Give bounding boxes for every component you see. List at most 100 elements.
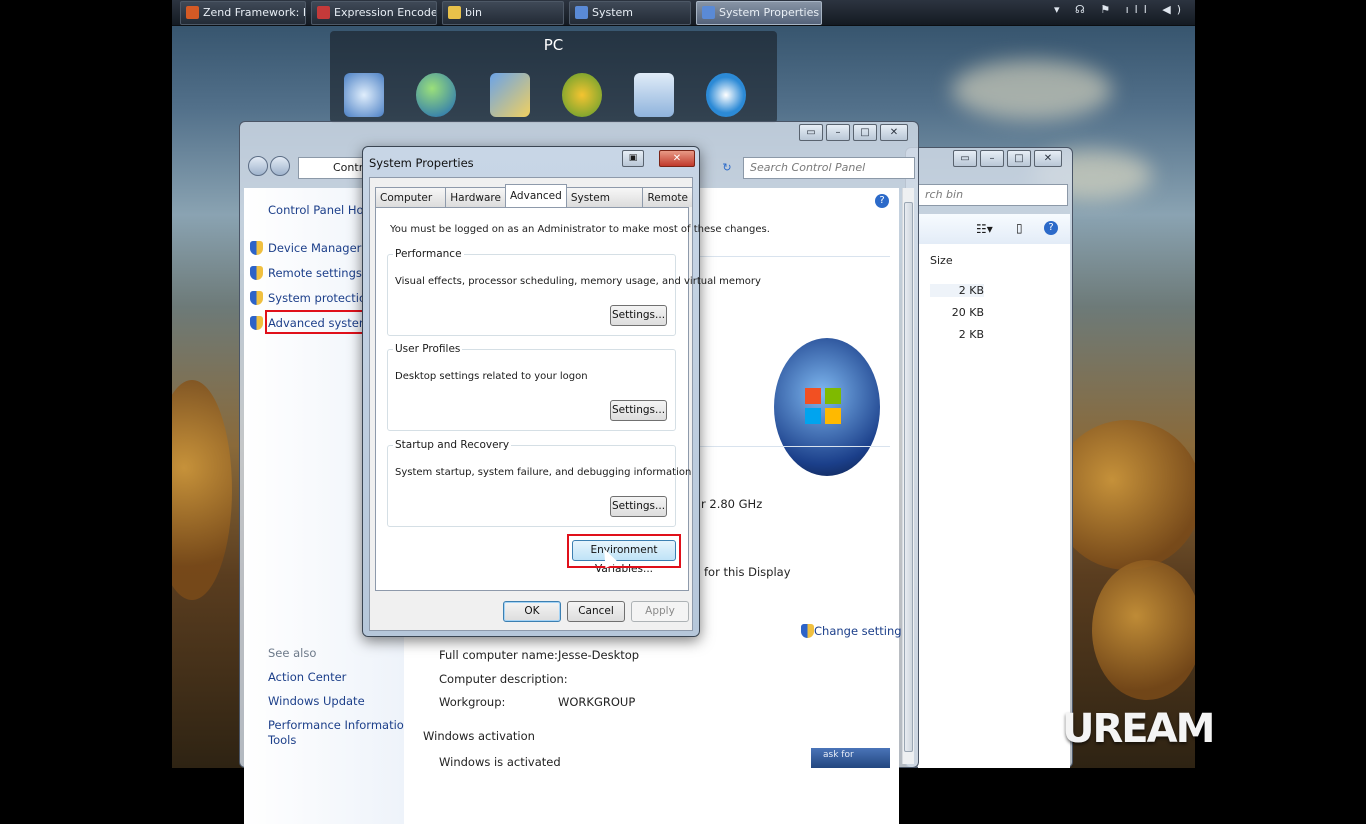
action-center-link[interactable]: Action Center [268,670,346,684]
back-button[interactable] [248,156,268,176]
user-profiles-title: User Profiles [393,343,463,355]
full-computer-name-label: Full computer name: [439,648,558,662]
file-size: 2 KB [958,328,984,341]
view-icon[interactable]: ☷▾ [976,222,993,236]
tab-remote[interactable]: Remote [642,187,693,207]
system-icon [575,6,588,19]
cp-scrollbar[interactable] [902,188,914,764]
wallpaper-tree [1052,420,1195,570]
performance-info-link-cont[interactable]: Tools [268,733,296,747]
network-icon[interactable] [416,73,456,117]
device-manager-link[interactable]: Device Manager [268,241,361,255]
folder-icon [448,6,461,19]
dialog-title: System Properties [369,156,474,170]
shield-icon [801,624,814,638]
workgroup-label: Workgroup: [439,695,506,709]
snap-icon[interactable]: ▭ [953,150,977,167]
refresh-icon[interactable]: ↻ [718,158,736,178]
forward-button[interactable] [270,156,290,176]
ok-button[interactable]: OK [503,601,561,622]
dialog-close-button[interactable]: ✕ [659,150,695,167]
close-button[interactable]: ✕ [880,124,908,141]
server-icon[interactable] [634,73,674,117]
section-divider [700,256,890,257]
watermark-logo: UREAM [1062,706,1215,752]
windows-logo [774,338,880,476]
apply-button[interactable]: Apply [631,601,689,622]
maximize-button[interactable]: □ [853,124,877,141]
taskbar-item-label: System Properties [719,6,820,19]
system-tray[interactable]: ▾ ☊ ⚑ ıll ◀) [1054,3,1187,16]
cp-caption-buttons: ▭ – □ ✕ [799,124,908,141]
preview-pane-icon[interactable]: ▯ [1016,221,1023,235]
taskbar-item-zend[interactable]: Zend Framework: Do... [180,1,306,25]
context-help-button[interactable]: ▣ [622,150,644,167]
startup-recovery-settings-button[interactable]: Settings... [610,496,667,517]
hs-app-icon[interactable] [562,73,602,117]
size-column-header[interactable]: Size [930,254,953,267]
shield-icon [250,266,263,280]
taskbar-item-label: bin [465,6,483,19]
user-profiles-settings-button[interactable]: Settings... [610,400,667,421]
taskbar-item-label: Zend Framework: Do... [203,6,305,19]
section-divider [700,446,890,447]
cp-search-input[interactable]: Search Control Panel [743,157,915,179]
taskbar-item-system-properties[interactable]: System Properties [696,1,822,25]
windows-activation-heading: Windows activation [423,729,535,743]
logo-blue-pane [805,408,821,424]
remote-settings-link[interactable]: Remote settings [268,266,362,280]
cancel-button[interactable]: Cancel [567,601,625,622]
user-profiles-group: User Profiles Desktop settings related t… [387,343,676,431]
chrome-icon [186,6,199,19]
explorer-caption-buttons: ▭ – □ ✕ [953,150,1062,167]
startup-recovery-group: Startup and Recovery System startup, sys… [387,439,691,527]
taskbar-item-label: System [592,6,634,19]
system-icon [702,6,715,19]
network-connections-icon[interactable] [490,73,530,117]
full-computer-name-value: Jesse-Desktop [558,648,640,662]
taskbar-item-expression-encoder[interactable]: Expression Encoder S... [311,1,437,25]
see-also-heading: See also [268,646,317,660]
processor-value: r 2.80 GHz [701,497,763,511]
performance-desc: Visual effects, processor scheduling, me… [395,276,761,287]
ie-icon[interactable] [706,73,746,117]
explorer-search-input[interactable]: rch bin [918,184,1068,206]
shield-icon [250,291,263,305]
performance-settings-button[interactable]: Settings... [610,305,667,326]
computer-icon[interactable] [344,73,384,117]
shield-icon [250,241,263,255]
tab-system-protection[interactable]: System Protection [565,187,644,224]
tab-computer-name[interactable]: Computer Name [375,187,447,224]
activation-status: Windows is activated [439,755,561,769]
explorer-file-pane: ☷▾ ▯ ? Size 2 KB 20 KB 2 KB [918,214,1070,768]
file-size: 2 KB [930,284,984,297]
explorer-window: ▭ – □ ✕ rch bin ☷▾ ▯ ? Size 2 KB 20 KB 2… [905,147,1073,768]
taskbar-item-system[interactable]: System [569,1,691,25]
tab-advanced[interactable]: Advanced [504,184,567,207]
change-settings-link[interactable]: Change settings [814,624,908,638]
system-protection-link[interactable]: System protection [268,291,373,305]
help-icon[interactable]: ? [1044,221,1058,235]
workgroup-value: WORKGROUP [558,695,636,709]
minimize-button[interactable]: – [980,150,1004,167]
genuine-badge[interactable]: ask for [811,748,890,768]
help-icon[interactable]: ? [875,194,889,208]
wallpaper-tree [172,380,232,600]
taskbar-item-bin[interactable]: bin [442,1,564,25]
taskbar: Zend Framework: Do... Expression Encoder… [172,0,1195,26]
snap-icon[interactable]: ▭ [799,124,823,141]
windows-update-link[interactable]: Windows Update [268,694,365,708]
logo-green-pane [825,388,841,404]
maximize-button[interactable]: □ [1007,150,1031,167]
scrollbar-thumb[interactable] [904,202,913,752]
tab-hardware[interactable]: Hardware [445,187,506,207]
desktop-gadget: PC [330,31,777,123]
explorer-toolbar: ☷▾ ▯ ? [918,214,1070,244]
encoder-icon [317,6,330,19]
admin-note: You must be logged on as an Administrato… [390,224,770,235]
startup-recovery-title: Startup and Recovery [393,439,512,451]
close-button[interactable]: ✕ [1034,150,1062,167]
minimize-button[interactable]: – [826,124,850,141]
user-profiles-desc: Desktop settings related to your logon [395,371,588,382]
performance-title: Performance [393,248,464,260]
